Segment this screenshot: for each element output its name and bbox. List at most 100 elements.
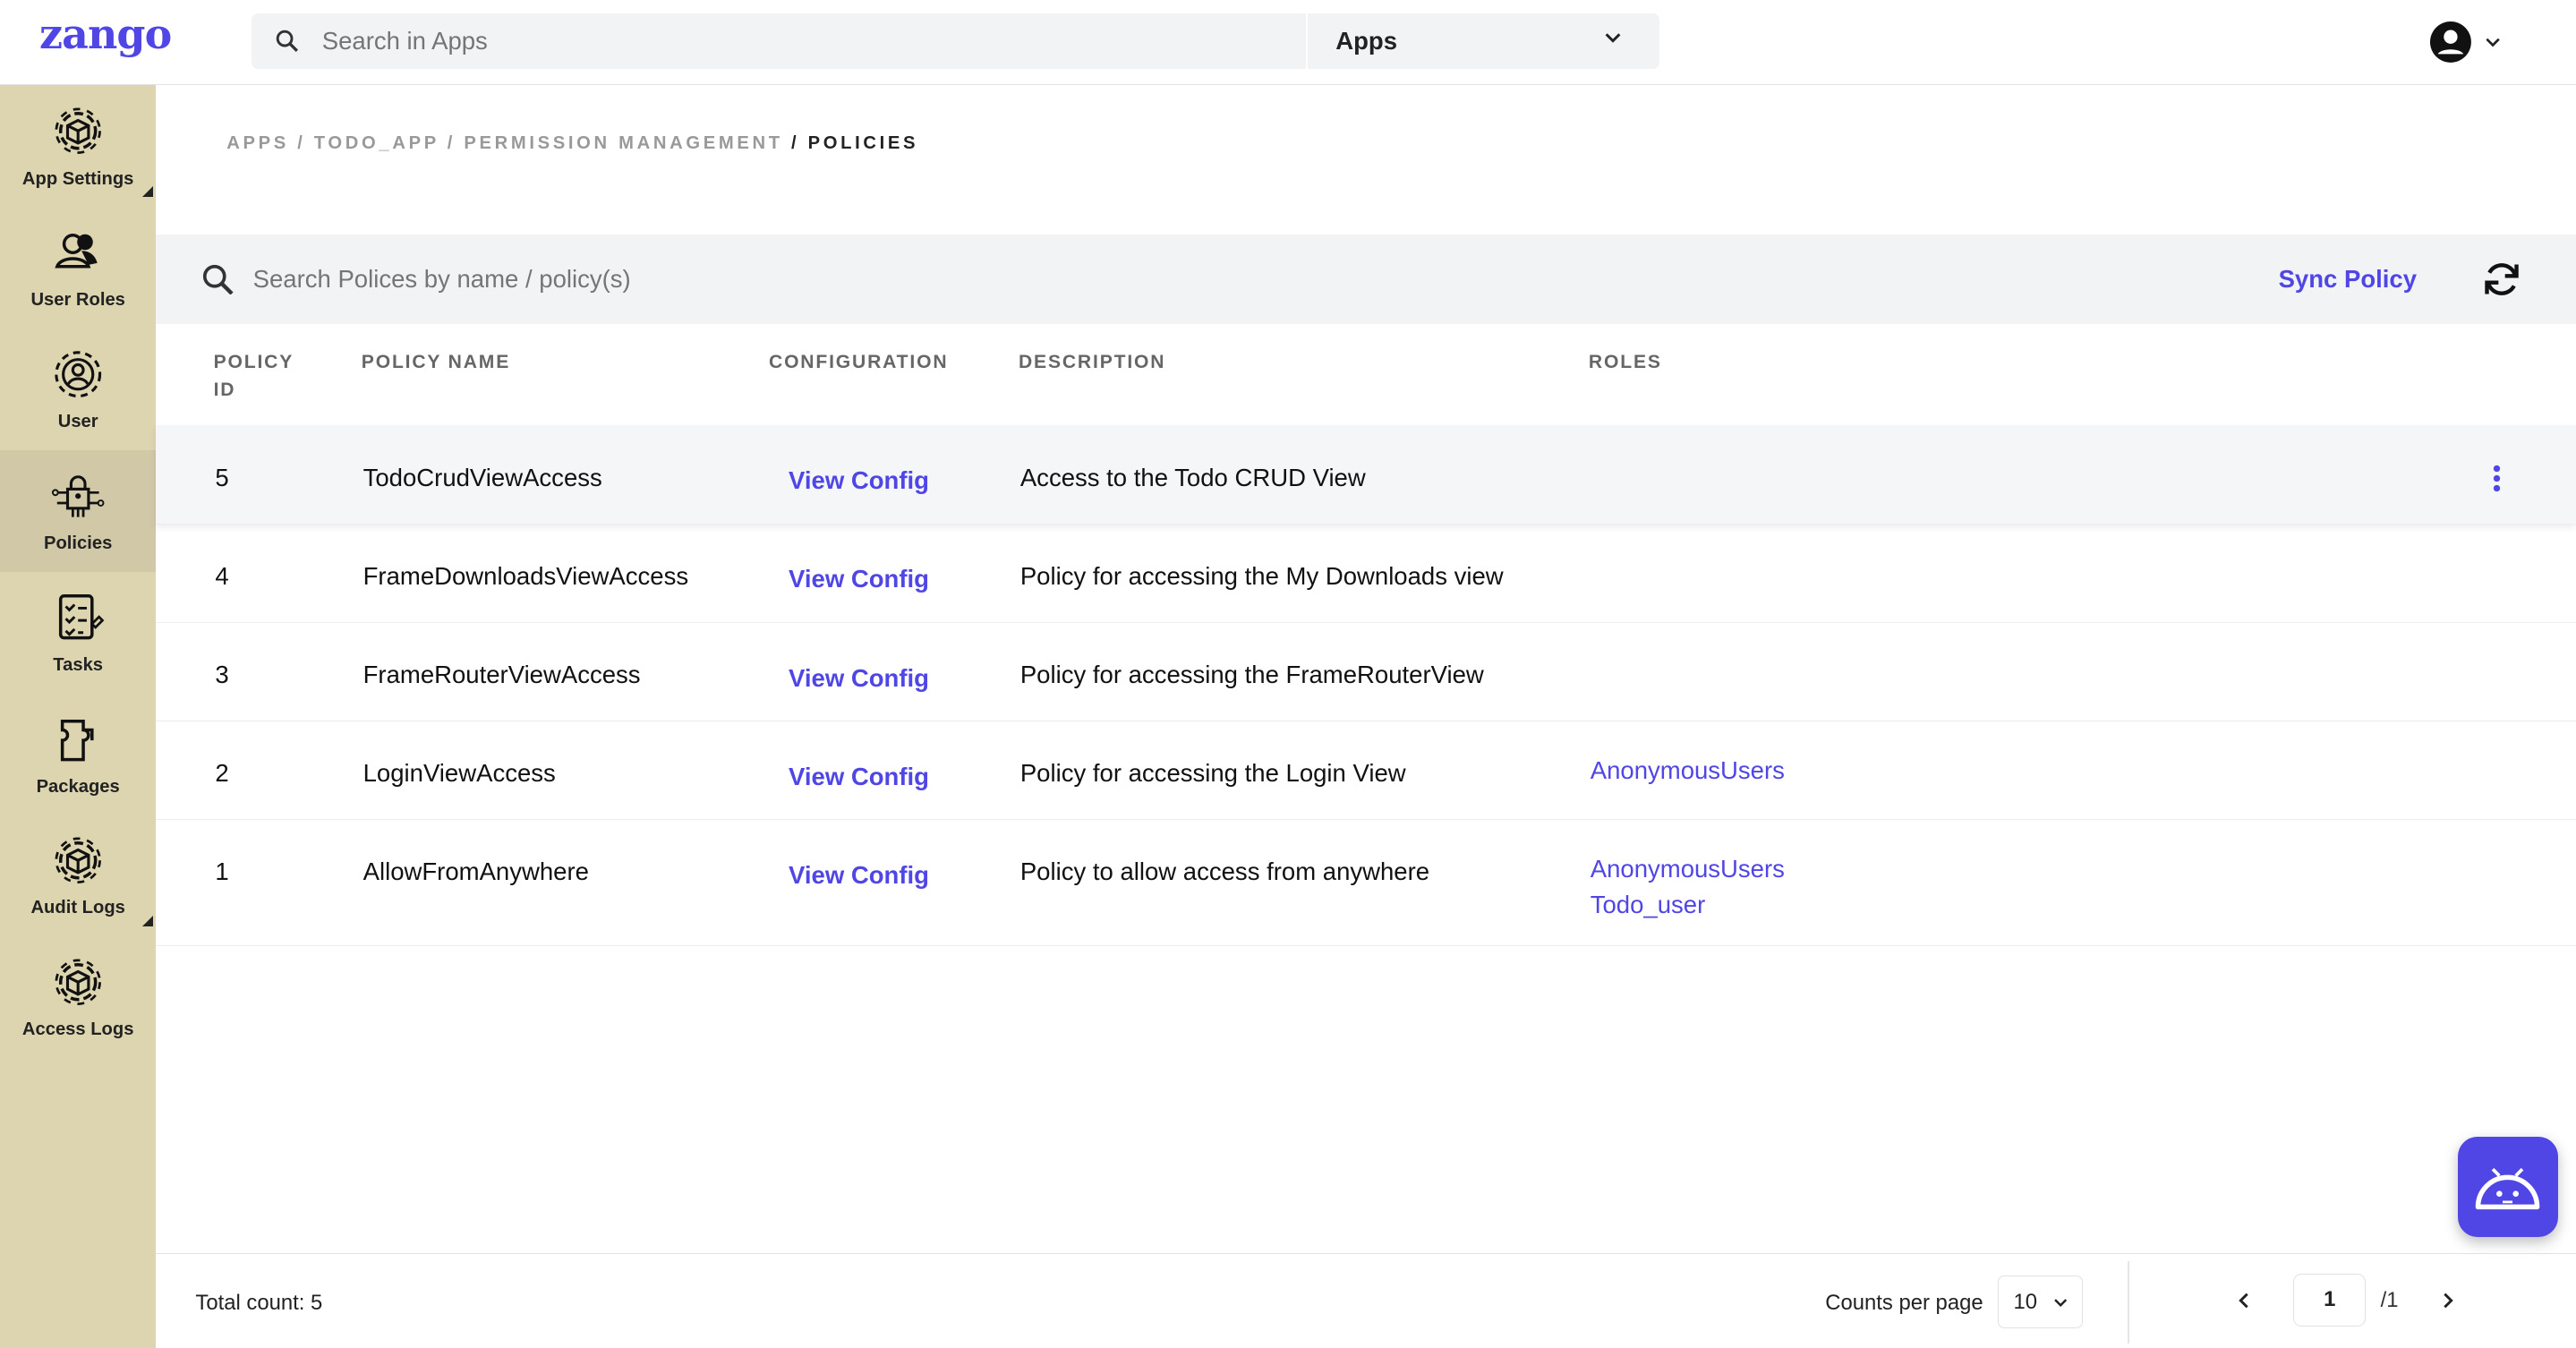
col-roles[interactable]: ROLES xyxy=(1589,348,1662,376)
policy-name: FrameRouterViewAccess xyxy=(363,660,641,688)
col-configuration[interactable]: CONFIGURATION xyxy=(769,348,948,376)
table-row[interactable]: 1 AllowFromAnywhere View Config Policy to a… xyxy=(156,820,2576,947)
gear-user-icon xyxy=(55,351,102,397)
sidebar-item-audit-logs[interactable]: Audit Logs xyxy=(0,815,156,936)
policy-search-bar: Sync Policy xyxy=(156,235,2576,324)
more-options-icon[interactable] xyxy=(2492,464,2502,499)
role-link[interactable]: AnonymousUsers xyxy=(1591,753,1785,789)
avatar-icon xyxy=(2429,21,2471,63)
policy-lock-icon xyxy=(51,474,105,517)
view-config-link[interactable]: View Config xyxy=(789,763,929,791)
policy-name: LoginViewAccess xyxy=(363,758,556,787)
refresh-icon xyxy=(2485,263,2520,295)
policy-description: Policy for accessing the Login View xyxy=(1019,758,1406,787)
sidebar-item-policies[interactable]: Policies xyxy=(0,449,157,572)
page-input[interactable]: 1 xyxy=(2293,1274,2367,1327)
role-link[interactable]: Todo_user xyxy=(1591,887,1785,923)
per-page-value: 10 xyxy=(2013,1289,2038,1314)
policy-description: Policy to allow access from anywhere xyxy=(1019,857,1430,886)
breadcrumb-sep: / xyxy=(447,132,456,153)
sidebar-item-label: Policies xyxy=(44,533,113,553)
sidebar-item-user-roles[interactable]: User Roles xyxy=(0,207,156,328)
gear-cube-icon xyxy=(55,837,101,883)
total-pages: /1 xyxy=(2380,1287,2399,1312)
sidebar-item-packages[interactable]: Packages xyxy=(0,694,156,815)
sidebar-item-label: Tasks xyxy=(53,654,104,675)
chevron-down-icon xyxy=(1606,33,1621,43)
breadcrumb-sep: / xyxy=(791,132,800,153)
assistant-bot-button[interactable] xyxy=(2457,1137,2558,1238)
counts-per-page-label: Counts per page xyxy=(1825,1290,1983,1315)
per-page-select[interactable]: 10 xyxy=(1997,1275,2084,1329)
sidebar-item-tasks[interactable]: Tasks xyxy=(0,572,156,694)
breadcrumb-apps[interactable]: APPS xyxy=(226,133,289,153)
table-row[interactable]: 5 TodoCrudViewAccess View Config Access to … xyxy=(156,425,2576,525)
gear-cube-icon xyxy=(55,107,101,155)
view-config-link[interactable]: View Config xyxy=(789,664,929,693)
checklist-icon xyxy=(58,594,105,640)
sync-policy-label: Sync Policy xyxy=(2278,265,2418,293)
expand-indicator-icon[interactable] xyxy=(141,186,153,198)
policy-name: AllowFromAnywhere xyxy=(363,857,589,886)
col-description[interactable]: DESCRIPTION xyxy=(1019,348,1165,376)
global-search-input[interactable] xyxy=(321,26,1242,55)
policy-id: 5 xyxy=(215,463,229,491)
gear-cube-icon xyxy=(55,959,101,1005)
policy-id: 4 xyxy=(215,561,229,590)
global-search[interactable] xyxy=(251,13,1307,70)
policy-description: Policy for accessing the My Downloads vi… xyxy=(1019,561,1504,590)
sidebar-item-label: Access Logs xyxy=(21,1020,134,1040)
table-row[interactable]: 4 FrameDownloadsViewAccess View Config Poli… xyxy=(156,525,2576,623)
policy-description: Policy for accessing the FrameRouterView xyxy=(1019,660,1484,688)
search-icon xyxy=(277,30,299,53)
sidebar-item-access-logs[interactable]: Access Logs xyxy=(0,936,156,1058)
sidebar-item-label: App Settings xyxy=(21,168,134,189)
breadcrumb: APPS / TODO_APP / PERMISSION MANAGEMENT … xyxy=(226,133,918,154)
sidebar-item-label: Audit Logs xyxy=(30,898,125,918)
pagination: 1 /1 xyxy=(2234,1274,2457,1327)
search-icon xyxy=(202,264,234,295)
total-count: Total count: 5 xyxy=(195,1290,323,1315)
view-config-link[interactable]: View Config xyxy=(789,565,929,593)
user-menu[interactable] xyxy=(2429,21,2503,63)
expand-indicator-icon[interactable] xyxy=(141,916,153,927)
col-policy-id[interactable]: POLICY ID xyxy=(214,348,312,404)
breadcrumb-permission[interactable]: PERMISSION MANAGEMENT xyxy=(464,133,782,153)
policy-id: 1 xyxy=(215,857,229,886)
sidebar-item-app-settings[interactable]: App Settings xyxy=(0,85,156,207)
table-row[interactable]: 2 LoginViewAccess View Config Policy for ac… xyxy=(156,721,2576,820)
view-config-link[interactable]: View Config xyxy=(789,466,929,495)
breadcrumb-todo-app[interactable]: TODO_APP xyxy=(314,133,439,153)
sidebar: App Settings User Roles User Policies Tasks P… xyxy=(0,85,157,1348)
col-policy-name[interactable]: POLICY NAME xyxy=(362,348,510,376)
users-icon xyxy=(55,233,98,269)
sidebar-item-label: User xyxy=(57,412,98,432)
policy-search-input[interactable] xyxy=(252,265,1239,294)
policy-id: 2 xyxy=(215,758,229,787)
app-select[interactable]: Apps xyxy=(1308,13,1659,70)
package-icon xyxy=(60,720,94,762)
roles-cell: AnonymousUsers Todo_user xyxy=(1591,851,1785,924)
chevron-down-icon xyxy=(2053,1298,2067,1307)
divider xyxy=(2127,1260,2129,1344)
app-select-value: Apps xyxy=(1335,26,1398,55)
breadcrumb-current: POLICIES xyxy=(807,132,919,153)
top-bar: zango Apps xyxy=(0,0,2576,86)
main-content: APPS / TODO_APP / PERMISSION MANAGEMENT … xyxy=(156,85,2576,1348)
logo[interactable]: zango xyxy=(39,10,172,58)
sidebar-item-label: Packages xyxy=(36,776,120,797)
table-body: 5 TodoCrudViewAccess View Config Access to … xyxy=(156,425,2576,947)
prev-page-icon[interactable] xyxy=(2234,1291,2254,1310)
policy-name: FrameDownloadsViewAccess xyxy=(363,561,689,590)
sync-policy-button[interactable]: Sync Policy xyxy=(2279,260,2522,299)
sidebar-item-user[interactable]: User xyxy=(0,328,156,450)
policy-description: Access to the Todo CRUD View xyxy=(1019,463,1366,491)
role-link[interactable]: AnonymousUsers xyxy=(1591,851,1785,887)
table-row[interactable]: 3 FrameRouterViewAccess View Config Policy … xyxy=(156,623,2576,721)
view-config-link[interactable]: View Config xyxy=(789,861,929,890)
breadcrumb-sep: / xyxy=(297,132,306,153)
policy-id: 3 xyxy=(215,660,229,688)
next-page-icon[interactable] xyxy=(2438,1291,2458,1310)
policy-name: TodoCrudViewAccess xyxy=(363,463,602,491)
table-footer: Total count: 5 Counts per page 10 1 /1 xyxy=(156,1253,2576,1348)
